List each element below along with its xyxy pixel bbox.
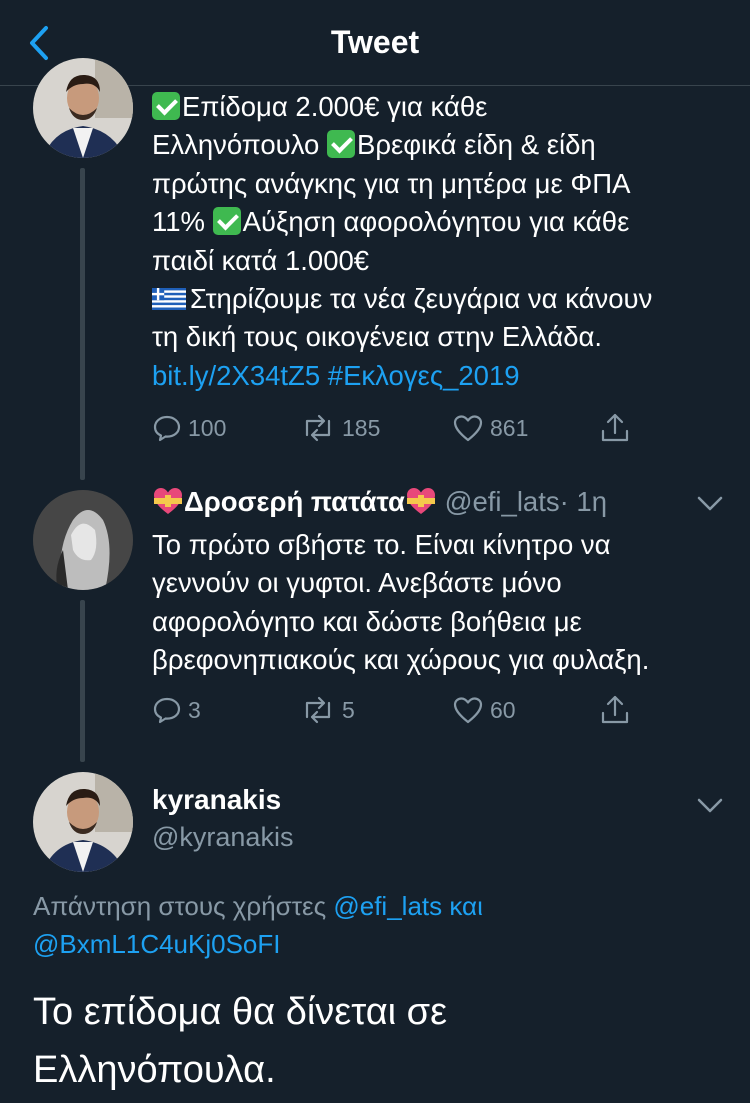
tweet-2-line: Το πρώτο σβήστε το. Είναι κίνητρο να [152, 529, 611, 560]
share-icon [601, 695, 629, 724]
avatar-kyranakis[interactable] [33, 772, 133, 872]
retweet-button[interactable]: 5 [300, 690, 355, 730]
check-mark-icon [212, 207, 241, 236]
page-title: Tweet [330, 24, 420, 60]
share-icon [601, 413, 629, 442]
reply-icon [153, 415, 181, 442]
tweet-1-text: Επίδομα 2.000€ για κάθε Ελληνόπουλο Βρεφ… [152, 88, 732, 395]
avatar-kyranakis-top[interactable] [33, 58, 133, 158]
tweet-1-line: παιδί κατά 1.000€ [152, 244, 370, 276]
tweet-2-line: γεννούν οι γυφτοι. Ανεβάστε μόνο [152, 567, 562, 599]
replying-to-line: Απάντηση στους χρήστες @efi_lats και @Bx… [33, 887, 723, 963]
tweet-1-line: Επίδομα 2.000€ για κάθε [182, 91, 488, 122]
mention-bxml[interactable]: @BxmL1C4uKj0SoFI [33, 929, 281, 959]
handle-kyranakis[interactable]: @kyranakis [152, 822, 293, 853]
heart-ribbon-emoji-icon [406, 488, 435, 514]
tweet-2-text: Το πρώτο σβήστε το. Είναι κίνητρο να γεν… [152, 526, 732, 680]
replying-to-label: Απάντηση στους χρήστες [33, 891, 327, 921]
tweet-2-line: βρεφονηπιακούς και χώρους για φυλαξη. [152, 644, 650, 676]
retweet-icon [305, 414, 331, 442]
chevron-down-icon[interactable] [696, 495, 724, 513]
check-mark-icon [152, 92, 180, 120]
tweet-2-actions: 3 5 60 [152, 690, 652, 730]
display-name-drosery[interactable]: Δροσερή πατάτα [184, 486, 405, 517]
tweet-time: · 1η [559, 486, 608, 517]
tweet-1-line: Ελληνόπουλο [152, 129, 320, 161]
check-mark-icon [326, 130, 355, 159]
tweet-3-line: Ελληνόπουλα. [33, 1049, 276, 1091]
hashtag-link[interactable]: #Εκλογες_2019 [328, 360, 520, 391]
reply-button[interactable]: 3 [152, 690, 201, 730]
like-button[interactable]: 861 [452, 408, 528, 448]
avatar-efi-lats[interactable] [33, 490, 133, 590]
retweet-count: 5 [342, 696, 355, 723]
tweet-3-line: Το επίδομα θα δίνεται σε [33, 991, 448, 1033]
tweet-2-header: Δροσερή πατάτα @efi_lats· 1η [152, 486, 607, 518]
heart-outline-icon [453, 697, 483, 724]
reply-count: 100 [188, 414, 227, 441]
retweet-icon [305, 696, 331, 724]
tweet-1-url-link[interactable]: bit.ly/2X34tZ5 [152, 360, 320, 391]
like-count: 60 [490, 696, 516, 723]
tweet-1-line: Αύξηση αφορολόγητου για κάθε [242, 206, 630, 238]
retweet-button[interactable]: 185 [300, 408, 380, 448]
like-count: 861 [490, 414, 529, 441]
handle-efi-lats[interactable]: @efi_lats [445, 486, 560, 517]
heart-outline-icon [453, 415, 483, 442]
thread-line [80, 600, 85, 762]
replying-and: και [449, 891, 483, 921]
heart-ribbon-emoji-icon [154, 488, 182, 514]
share-button[interactable] [598, 690, 638, 730]
reply-button[interactable]: 100 [152, 408, 226, 448]
display-name-kyranakis[interactable]: kyranakis [152, 784, 281, 816]
tweet-3-text: Το επίδομα θα δίνεται σε Ελληνόπουλα. [33, 983, 723, 1099]
tweet-2-line: αφορολόγητο και δώστε βοήθεια με [152, 605, 582, 637]
mention-efi-lats[interactable]: @efi_lats [333, 891, 442, 921]
tweet-1-line: πρώτης ανάγκης για τη μητέρα με ΦΠΑ [152, 167, 631, 199]
tweet-1-line: Βρεφικά είδη & είδη [356, 129, 596, 161]
thread-line [80, 168, 85, 480]
chevron-down-icon[interactable] [696, 797, 724, 815]
greece-flag-icon [152, 288, 186, 311]
tweet-1-actions: 100 185 861 [152, 408, 652, 448]
tweet-1-line: τη δική τους οικογένεια στην Ελλάδα. [152, 321, 603, 353]
share-button[interactable] [598, 408, 638, 448]
tweet-1-line: 11% [152, 206, 205, 238]
like-button[interactable]: 60 [452, 690, 516, 730]
tweet-1-line: Στηρίζουμε τα νέα ζευγάρια να κάνουν [190, 283, 653, 315]
reply-count: 3 [188, 696, 201, 723]
reply-icon [153, 697, 181, 724]
retweet-count: 185 [342, 414, 381, 441]
